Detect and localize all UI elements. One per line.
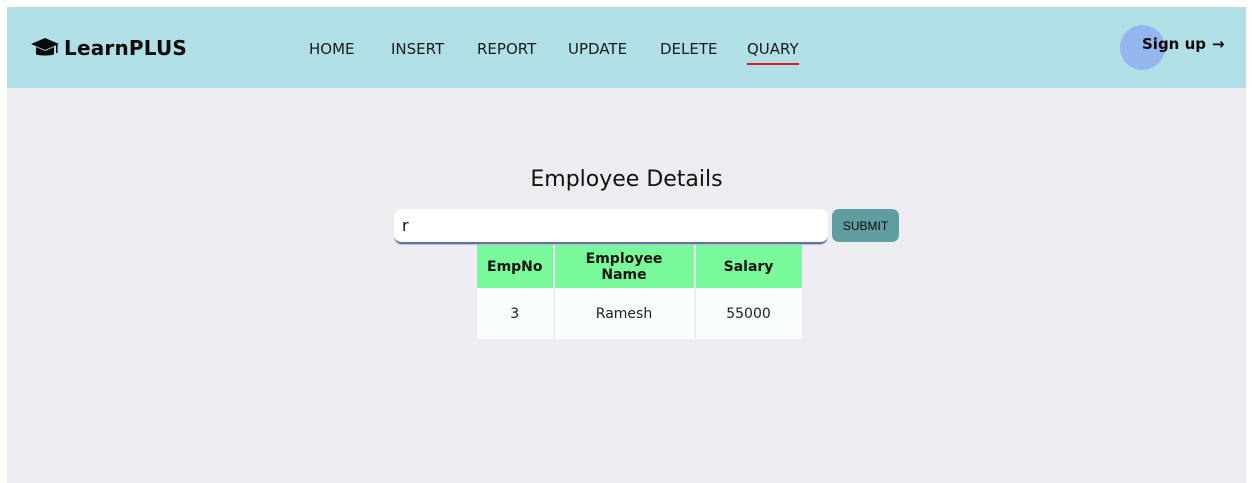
app-frame: LearnPLUS HOME INSERT REPORT UPDATE DELE… (7, 7, 1246, 483)
signup-button[interactable]: Sign up → (1142, 35, 1225, 53)
page-title: Employee Details (530, 167, 723, 192)
cell-employee-name: Ramesh (553, 288, 696, 339)
cell-empno: 3 (477, 288, 555, 339)
header-salary: Salary (694, 245, 802, 288)
table-row: 3 Ramesh 55000 (477, 288, 802, 339)
nav-delete[interactable]: DELETE (660, 40, 718, 58)
navbar: LearnPLUS HOME INSERT REPORT UPDATE DELE… (7, 7, 1246, 88)
nav-report[interactable]: REPORT (477, 40, 536, 58)
nav-quary[interactable]: QUARY (747, 40, 799, 65)
brand-logo[interactable]: LearnPLUS (30, 31, 187, 65)
header-employee-name: Employee Name (553, 245, 696, 288)
header-empno: EmpNo (477, 245, 555, 288)
nav-insert[interactable]: INSERT (391, 40, 444, 58)
search-input[interactable] (394, 209, 828, 244)
nav-home[interactable]: HOME (309, 40, 355, 58)
employee-table: EmpNo Employee Name Salary 3 Ramesh 5500… (477, 245, 802, 339)
nav-update[interactable]: UPDATE (568, 40, 627, 58)
arrow-right-icon: → (1212, 35, 1225, 53)
graduation-cap-icon (31, 38, 59, 56)
signup-label: Sign up (1142, 35, 1206, 53)
cell-salary: 55000 (694, 288, 802, 339)
table-header-row: EmpNo Employee Name Salary (477, 245, 802, 288)
submit-button[interactable]: SUBMIT (832, 209, 899, 242)
brand-name: LearnPLUS (64, 36, 188, 60)
